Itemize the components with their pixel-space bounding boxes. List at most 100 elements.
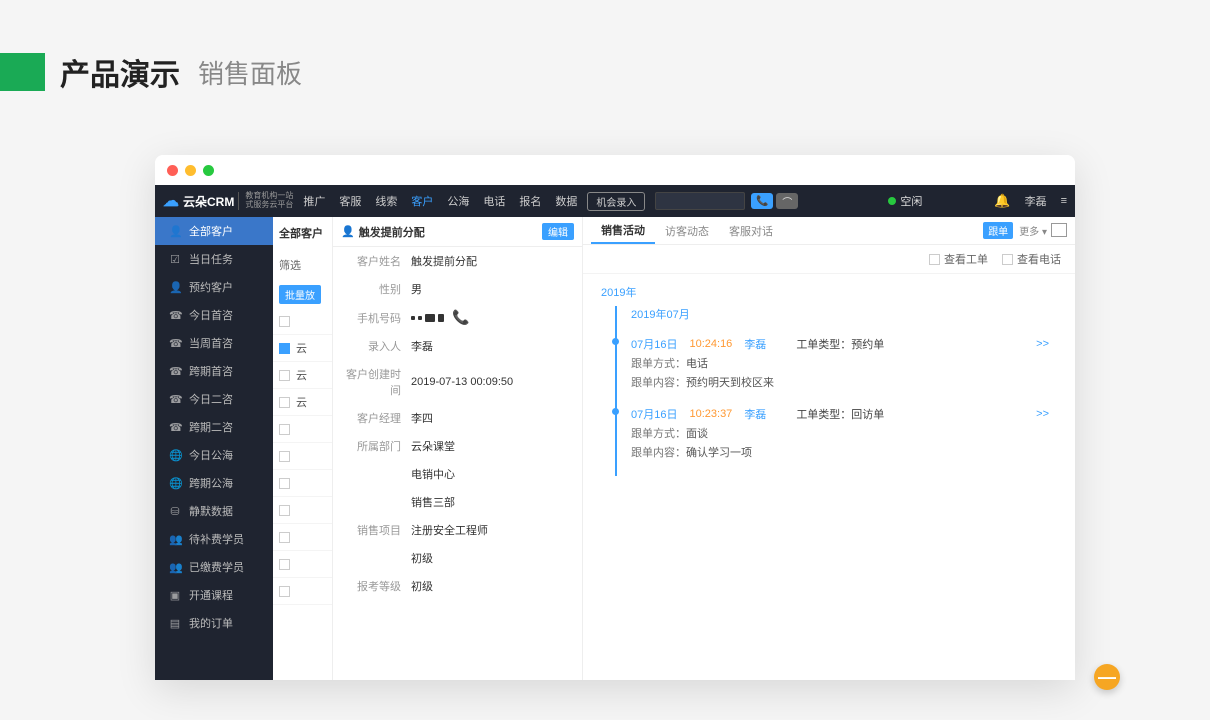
nav-item-3[interactable]: 客户	[411, 193, 433, 209]
nav-item-7[interactable]: 数据	[555, 193, 577, 209]
activity-tab-2[interactable]: 客服对话	[719, 217, 783, 244]
list-filter-label[interactable]: 筛选	[273, 249, 332, 281]
detail-value: 触发提前分配	[411, 253, 477, 269]
list-row[interactable]: 云	[273, 335, 332, 362]
sidebar-item-3[interactable]: ☎今日首咨	[155, 301, 273, 329]
timeline-year: 2019年	[601, 284, 1057, 300]
sidebar-item-label: 我的订单	[189, 615, 233, 631]
detail-title: 触发提前分配	[359, 224, 425, 240]
sidebar-item-2[interactable]: 👤预约客户	[155, 273, 273, 301]
view-calls-checkbox[interactable]: 查看电话	[1002, 251, 1061, 267]
activity-tab-1[interactable]: 访客动态	[655, 217, 719, 244]
row-checkbox[interactable]	[279, 424, 290, 435]
follow-badge[interactable]: 跟单	[983, 222, 1013, 239]
sidebar-item-label: 开通课程	[189, 587, 233, 603]
list-row[interactable]	[273, 416, 332, 443]
entry-expand-button[interactable]: >>	[1036, 408, 1057, 420]
sidebar-item-10[interactable]: ⛁静默数据	[155, 497, 273, 525]
masked-phone	[411, 314, 444, 322]
sidebar-item-9[interactable]: 🌐 跨期公海	[155, 469, 273, 497]
activity-filter-bar: 查看工单 查看电话	[583, 245, 1075, 274]
more-dropdown[interactable]: 更多 ▾	[1019, 223, 1047, 238]
sidebar-item-label: 跨期公海	[189, 475, 233, 491]
call-icon[interactable]: 📞	[452, 309, 469, 326]
detail-row: 所属部门云朵课堂	[333, 432, 582, 460]
row-checkbox[interactable]	[279, 505, 290, 516]
current-user[interactable]: 李磊	[1025, 193, 1047, 209]
detail-value: 初级	[411, 578, 433, 594]
nav-item-6[interactable]: 报名	[519, 193, 541, 209]
list-row[interactable]: 云	[273, 362, 332, 389]
sidebar-item-8[interactable]: 🌐今日公海	[155, 441, 273, 469]
sidebar-icon: 🌐	[169, 477, 181, 490]
sidebar-icon: ⛁	[169, 505, 181, 518]
detail-row: 报考等级初级	[333, 572, 582, 600]
detail-row: 客户创建时间2019-07-13 00:09:50	[333, 360, 582, 404]
row-checkbox[interactable]	[279, 478, 290, 489]
row-checkbox[interactable]	[279, 532, 290, 543]
sidebar-item-5[interactable]: ☎跨期首咨	[155, 357, 273, 385]
row-checkbox[interactable]	[279, 586, 290, 597]
sidebar-item-14[interactable]: ▤ 我的订单	[155, 609, 273, 637]
new-window-icon[interactable]	[1053, 225, 1067, 237]
nav-item-4[interactable]: 公海	[447, 193, 469, 209]
sidebar-item-13[interactable]: ▣开通课程	[155, 581, 273, 609]
sidebar-item-1[interactable]: ☑当日任务	[155, 245, 273, 273]
activity-tab-0[interactable]: 销售活动	[591, 217, 655, 244]
list-row[interactable]	[273, 470, 332, 497]
collapse-fab-button[interactable]: —	[1094, 664, 1120, 690]
list-row[interactable]	[273, 524, 332, 551]
sidebar-item-0[interactable]: 👤全部客户	[155, 217, 273, 245]
entry-date: 07月16日	[631, 406, 677, 422]
person-icon: 👤	[341, 225, 355, 238]
sidebar-icon: 👤	[169, 225, 181, 238]
row-checkbox[interactable]	[279, 451, 290, 462]
list-row[interactable]	[273, 578, 332, 605]
list-row[interactable]	[273, 551, 332, 578]
view-tickets-checkbox[interactable]: 查看工单	[929, 251, 988, 267]
notification-bell-icon[interactable]: 🔔	[994, 193, 1010, 209]
menu-icon[interactable]: ≡	[1061, 195, 1067, 207]
edit-button[interactable]: 编辑	[542, 223, 574, 240]
entry-expand-button[interactable]: >>	[1036, 338, 1057, 350]
call-hangup-button[interactable]: ⌒	[776, 193, 798, 209]
sidebar-icon: ☎	[169, 421, 181, 434]
sidebar-item-11[interactable]: 👥待补费学员	[155, 525, 273, 553]
sidebar-item-label: 预约客户	[189, 279, 233, 295]
sidebar-item-4[interactable]: ☎当周首咨	[155, 329, 273, 357]
detail-row: 手机号码 📞	[333, 303, 582, 332]
sidebar-item-7[interactable]: ☎跨期二咨	[155, 413, 273, 441]
list-row[interactable]	[273, 443, 332, 470]
nav-item-1[interactable]: 客服	[339, 193, 361, 209]
sidebar-icon: ▤	[169, 617, 181, 630]
nav-item-2[interactable]: 线索	[375, 193, 397, 209]
detail-label: 手机号码	[343, 310, 411, 326]
list-row[interactable]	[273, 308, 332, 335]
opportunity-entry-button[interactable]: 机会录入	[587, 192, 645, 211]
row-checkbox[interactable]	[279, 343, 290, 354]
sidebar-item-12[interactable]: 👥 已缴费学员	[155, 553, 273, 581]
detail-value: 李磊	[411, 338, 433, 354]
search-input[interactable]	[655, 192, 745, 210]
detail-row: 销售三部	[333, 488, 582, 516]
sidebar-icon: 👥	[169, 561, 181, 574]
detail-value: 注册安全工程师	[411, 522, 488, 538]
window-zoom-icon[interactable]	[203, 165, 214, 176]
window-minimize-icon[interactable]	[185, 165, 196, 176]
detail-label: 所属部门	[343, 438, 411, 454]
list-row[interactable]	[273, 497, 332, 524]
nav-item-0[interactable]: 推广	[303, 193, 325, 209]
page-subtitle: 销售面板	[198, 54, 302, 91]
row-checkbox[interactable]	[279, 397, 290, 408]
list-row[interactable]: 云	[273, 389, 332, 416]
nav-item-5[interactable]: 电话	[483, 193, 505, 209]
call-answer-button[interactable]: 📞	[751, 193, 773, 209]
sidebar-item-label: 已缴费学员	[189, 559, 244, 575]
row-checkbox[interactable]	[279, 559, 290, 570]
batch-release-button[interactable]: 批量放	[279, 285, 321, 304]
brand-subtitle: 教育机构一站式服务云平台	[238, 192, 293, 210]
row-checkbox[interactable]	[279, 316, 290, 327]
sidebar-item-6[interactable]: ☎今日二咨	[155, 385, 273, 413]
window-close-icon[interactable]	[167, 165, 178, 176]
row-checkbox[interactable]	[279, 370, 290, 381]
